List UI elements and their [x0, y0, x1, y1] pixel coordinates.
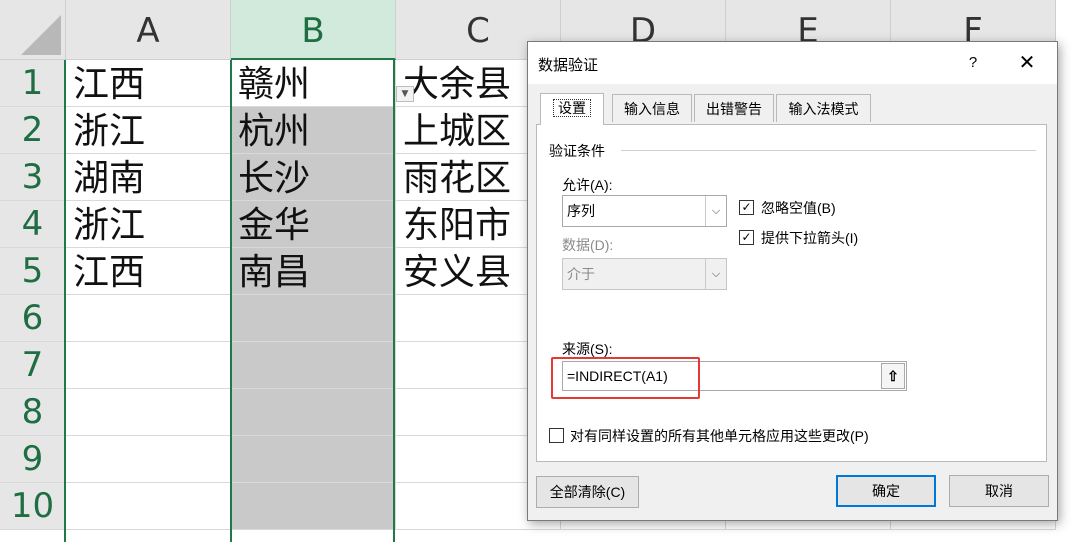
criteria-title: 验证条件	[549, 143, 605, 159]
select-all-triangle	[21, 15, 61, 55]
row-header-3[interactable]: 3	[0, 154, 66, 201]
cell-a5[interactable]: 江西	[66, 248, 231, 295]
cell-b9[interactable]	[231, 436, 396, 483]
data-label: 数据(D):	[562, 237, 614, 253]
in-cell-dropdown-checkbox[interactable]: ✓	[739, 230, 754, 245]
row-header-2[interactable]: 2	[0, 107, 66, 154]
cell-b7[interactable]	[231, 342, 396, 389]
cell-b8[interactable]	[231, 389, 396, 436]
tab-error-alert[interactable]: 出错警告	[694, 94, 774, 122]
cell-a8[interactable]	[66, 389, 231, 436]
settings-panel: 验证条件 允许(A): 序列 ⌵ ✓ 忽略空值(B) ✓ 提供下拉箭头(I) 数…	[536, 124, 1047, 462]
column-a-border	[64, 60, 66, 542]
tab-ime-mode[interactable]: 输入法模式	[776, 94, 871, 122]
allow-label: 允许(A):	[562, 177, 613, 193]
ignore-blank-checkbox[interactable]: ✓	[739, 200, 754, 215]
cell-b4[interactable]: 金华	[231, 201, 396, 248]
cell-b5[interactable]: 南昌	[231, 248, 396, 295]
source-label: 来源(S):	[562, 341, 613, 357]
allow-select[interactable]: 序列 ⌵	[562, 195, 727, 227]
row-header-5[interactable]: 5	[0, 248, 66, 295]
column-header-b[interactable]: B	[231, 0, 396, 60]
tab-settings-label: 设置	[553, 99, 591, 117]
dialog-titlebar[interactable]: 数据验证 ? ✕	[528, 42, 1057, 84]
data-value: 介于	[567, 266, 595, 282]
cell-b10[interactable]	[231, 483, 396, 530]
ok-button[interactable]: 确定	[836, 475, 936, 507]
cell-dropdown-arrow[interactable]: ▼	[396, 86, 414, 102]
row-header-8[interactable]: 8	[0, 389, 66, 436]
cell-a2[interactable]: 浙江	[66, 107, 231, 154]
help-icon[interactable]: ?	[961, 51, 985, 75]
row-header-4[interactable]: 4	[0, 201, 66, 248]
row-header-6[interactable]: 6	[0, 295, 66, 342]
row-header-10[interactable]: 10	[0, 483, 66, 530]
allow-value: 序列	[567, 203, 595, 219]
dialog-title: 数据验证	[538, 57, 599, 74]
cell-a1[interactable]: 江西	[66, 60, 231, 107]
in-cell-dropdown-label: 提供下拉箭头(I)	[761, 230, 859, 246]
chevron-down-icon: ⌵	[705, 259, 726, 289]
data-select: 介于 ⌵	[562, 258, 727, 290]
chevron-down-icon: ⌵	[705, 196, 726, 226]
clear-all-button[interactable]: 全部清除(C)	[536, 476, 639, 508]
data-validation-dialog: 数据验证 ? ✕ 设置 输入信息 出错警告 输入法模式 验证条件 允许(A): …	[527, 41, 1058, 521]
source-input[interactable]: =INDIRECT(A1)	[562, 361, 907, 391]
cell-a9[interactable]	[66, 436, 231, 483]
select-all-corner[interactable]	[0, 0, 66, 60]
row-header-1[interactable]: 1	[0, 60, 66, 107]
cell-a7[interactable]	[66, 342, 231, 389]
apply-all-checkbox[interactable]	[549, 428, 564, 443]
tab-input-message[interactable]: 输入信息	[612, 94, 692, 122]
ignore-blank-label: 忽略空值(B)	[761, 200, 836, 216]
cell-a4[interactable]: 浙江	[66, 201, 231, 248]
close-icon[interactable]: ✕	[1014, 50, 1040, 76]
cell-a10[interactable]	[66, 483, 231, 530]
cell-b3[interactable]: 长沙	[231, 154, 396, 201]
source-value: =INDIRECT(A1)	[567, 368, 668, 384]
row-header-9[interactable]: 9	[0, 436, 66, 483]
cancel-button[interactable]: 取消	[949, 475, 1049, 507]
column-header-a[interactable]: A	[66, 0, 231, 60]
cell-a6[interactable]	[66, 295, 231, 342]
cell-b6[interactable]	[231, 295, 396, 342]
tab-settings[interactable]: 设置	[540, 93, 604, 125]
apply-all-label: 对有同样设置的所有其他单元格应用这些更改(P)	[570, 428, 869, 444]
row-header-7[interactable]: 7	[0, 342, 66, 389]
criteria-divider	[621, 150, 1036, 151]
collapse-dialog-icon[interactable]: ⇧	[881, 363, 905, 389]
cell-b2[interactable]: 杭州	[231, 107, 396, 154]
cell-a3[interactable]: 湖南	[66, 154, 231, 201]
cell-b1[interactable]: 赣州	[231, 60, 396, 107]
